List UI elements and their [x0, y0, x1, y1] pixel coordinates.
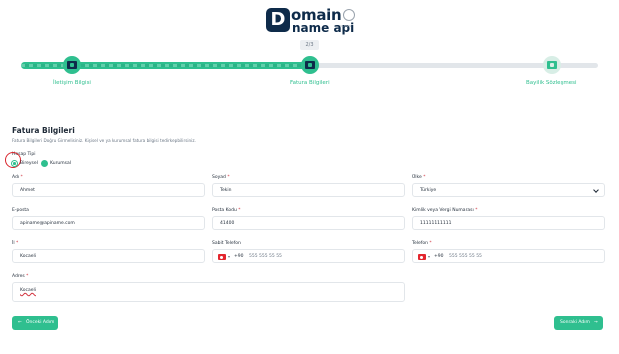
- tckn-label: Kimlik veya Vergi Numarası *: [412, 208, 478, 213]
- phone-value: 555 555 55 55: [249, 254, 282, 259]
- soyad-label: Soyad *: [212, 175, 230, 180]
- step-1-node: [63, 56, 81, 74]
- step-3-label: Bayilik Sözleşmesi: [526, 80, 577, 86]
- arrow-right-icon: →: [594, 320, 598, 325]
- ulke-label: Ülke *: [412, 175, 426, 180]
- icann-globe-icon: [343, 9, 355, 21]
- brand-logo[interactable]: D omain name api ICANN: [266, 8, 356, 34]
- previous-step-label: Önceki Adım: [26, 320, 55, 325]
- logo-letter: D: [266, 8, 290, 32]
- ulke-select[interactable]: Türkiye: [412, 183, 605, 197]
- tckn-input[interactable]: 11111111111: [412, 216, 605, 230]
- phone-country-code: +90: [434, 254, 444, 259]
- icann-text: ICANN: [340, 24, 352, 28]
- soyad-input[interactable]: Tekin: [212, 183, 405, 197]
- turkey-flag-icon[interactable]: [418, 254, 426, 260]
- sabit-telefon-input[interactable]: +90 555 555 55 55: [212, 249, 405, 263]
- telefon-label: Telefon *: [412, 241, 432, 246]
- il-label: İl *: [12, 241, 19, 246]
- chevron-down-icon: [593, 187, 599, 193]
- step-2-label: Fatura Bilgileri: [290, 80, 330, 86]
- step-3-node: [543, 56, 561, 74]
- next-step-label: Sonraki Adım: [560, 320, 590, 325]
- ad-input[interactable]: Ahmet: [12, 183, 205, 197]
- ad-label: Adı *: [12, 175, 23, 180]
- radio-kurumsal[interactable]: [41, 160, 48, 167]
- telefon-input[interactable]: +90 555 555 55 55: [412, 249, 605, 263]
- radio-bireysel-label[interactable]: Bireysel: [20, 161, 38, 166]
- address-card-icon: [67, 61, 77, 69]
- sabit-telefon-label: Sabit Telefon: [212, 241, 241, 246]
- turkey-flag-icon[interactable]: [218, 254, 226, 260]
- posta-label: Posta Kodu *: [212, 208, 241, 213]
- caret-down-icon[interactable]: [228, 256, 230, 258]
- adres-label: Adres *: [12, 274, 29, 279]
- contract-icon: [547, 61, 557, 69]
- next-step-button[interactable]: Sonraki Adım →: [554, 316, 603, 330]
- radio-kurumsal-label[interactable]: Kurumsal: [50, 161, 71, 166]
- caret-down-icon[interactable]: [428, 256, 430, 258]
- eposta-label: E-posta: [12, 208, 29, 213]
- il-input[interactable]: Kocaeli: [12, 249, 205, 263]
- step-1-label: İletişim Bilgisi: [53, 80, 91, 86]
- radio-bireysel[interactable]: [11, 160, 18, 167]
- posta-input[interactable]: 41400: [212, 216, 405, 230]
- step-indicator: 2/3: [300, 40, 319, 50]
- section-title: Fatura Bilgileri: [12, 126, 75, 135]
- eposta-input[interactable]: apiname@apiname.com: [12, 216, 205, 230]
- invoice-icon: [305, 61, 315, 69]
- arrow-left-icon: ←: [18, 320, 22, 325]
- step-2-node: [301, 56, 319, 74]
- previous-step-button[interactable]: ← Önceki Adım: [12, 316, 58, 330]
- phone-value: 555 555 55 55: [449, 254, 482, 259]
- adres-textarea[interactable]: Kocaeli: [12, 282, 405, 302]
- section-description: Fatura Bilgileri Doğru Girmelisiniz. Kiş…: [12, 138, 196, 143]
- phone-country-code: +90: [234, 254, 244, 259]
